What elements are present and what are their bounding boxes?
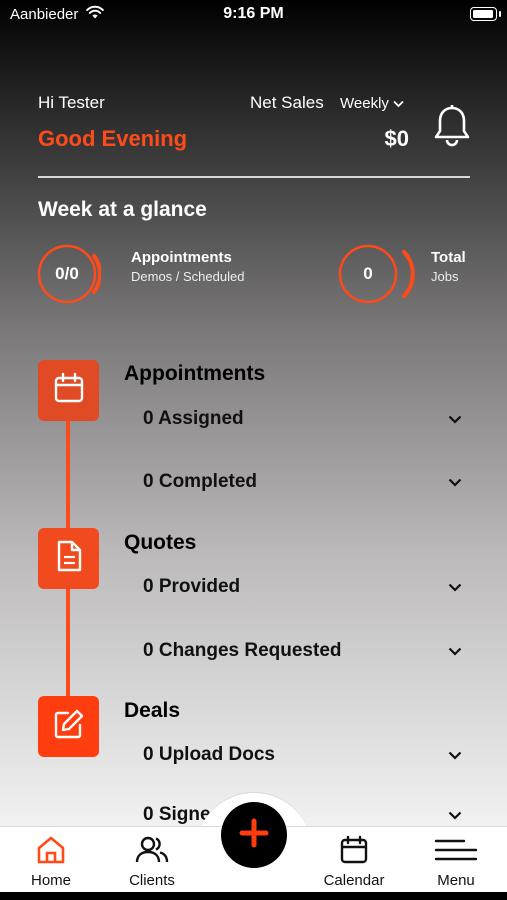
section-title-deals: Deals xyxy=(124,699,181,722)
tab-calendar[interactable]: Calendar xyxy=(304,835,404,889)
chevron-down-icon xyxy=(447,643,463,659)
jobs-stat-sublabel: Jobs xyxy=(431,269,459,284)
status-time: 9:16 PM xyxy=(223,5,284,22)
row-label: 0 Provided xyxy=(143,576,241,597)
bell-icon[interactable] xyxy=(432,104,472,153)
net-sales-value: $0 xyxy=(384,126,409,151)
status-bar: Aanbieder 9:16 PM xyxy=(0,0,507,30)
calendar-icon xyxy=(53,372,85,409)
home-icon xyxy=(35,836,67,869)
tab-menu[interactable]: Menu xyxy=(406,835,506,889)
chevron-down-icon xyxy=(447,579,463,595)
row-completed[interactable]: 0 Completed xyxy=(143,468,463,496)
calendar-icon xyxy=(339,835,369,869)
chevron-down-icon xyxy=(447,747,463,763)
period-value: Weekly xyxy=(340,95,389,112)
row-label: 0 Upload Docs xyxy=(143,744,275,765)
section-title-quotes: Quotes xyxy=(124,531,197,554)
edit-tile xyxy=(38,696,99,757)
appointments-stat-sublabel: Demos / Scheduled xyxy=(131,269,245,284)
chevron-down-icon xyxy=(447,474,463,490)
home-screen: Aanbieder 9:16 PM Hi Tester Good Evening… xyxy=(0,0,507,900)
menu-icon xyxy=(434,839,478,869)
appointments-ring: 0/0 xyxy=(37,244,101,308)
net-sales-label: Net Sales xyxy=(250,93,324,112)
tab-home[interactable]: Home xyxy=(1,835,101,889)
row-provided[interactable]: 0 Provided xyxy=(143,573,463,601)
tab-label: Calendar xyxy=(323,872,385,889)
jobs-stat-label: Total xyxy=(431,249,466,266)
chevron-down-icon xyxy=(447,807,463,823)
row-label: 0 Changes Requested xyxy=(143,640,342,661)
week-at-a-glance-title: Week at a glance xyxy=(38,198,207,221)
tab-label: Clients xyxy=(129,872,175,889)
home-indicator-area xyxy=(0,892,507,900)
row-changes-requested[interactable]: 0 Changes Requested xyxy=(143,637,463,665)
document-icon xyxy=(55,540,83,577)
row-label: 0 Completed xyxy=(143,471,258,492)
calendar-tile xyxy=(38,360,99,421)
appointments-ratio: 0/0 xyxy=(55,264,79,283)
battery-icon xyxy=(470,7,501,21)
greeting-text: Hi Tester xyxy=(38,93,105,112)
plus-icon xyxy=(239,818,269,853)
period-dropdown[interactable]: Weekly xyxy=(340,95,404,112)
row-upload-docs[interactable]: 0 Upload Docs xyxy=(143,741,463,769)
time-of-day-greeting: Good Evening xyxy=(38,126,188,151)
row-assigned[interactable]: 0 Assigned xyxy=(143,405,463,433)
users-icon xyxy=(135,836,169,869)
document-tile xyxy=(38,528,99,589)
row-label: 0 Assigned xyxy=(143,408,244,429)
tab-label: Home xyxy=(30,872,71,889)
tab-label: Menu xyxy=(437,872,475,889)
header-divider xyxy=(38,176,470,178)
chevron-down-icon xyxy=(393,95,404,112)
section-title-appointments: Appointments xyxy=(124,362,266,385)
jobs-ring: 0 xyxy=(338,244,415,308)
appointments-stat-label: Appointments xyxy=(131,249,232,266)
edit-icon xyxy=(53,708,85,745)
total-jobs-value: 0 xyxy=(363,264,373,283)
tab-clients[interactable]: Clients xyxy=(102,835,202,889)
chevron-down-icon xyxy=(447,411,463,427)
add-button[interactable] xyxy=(221,802,287,868)
